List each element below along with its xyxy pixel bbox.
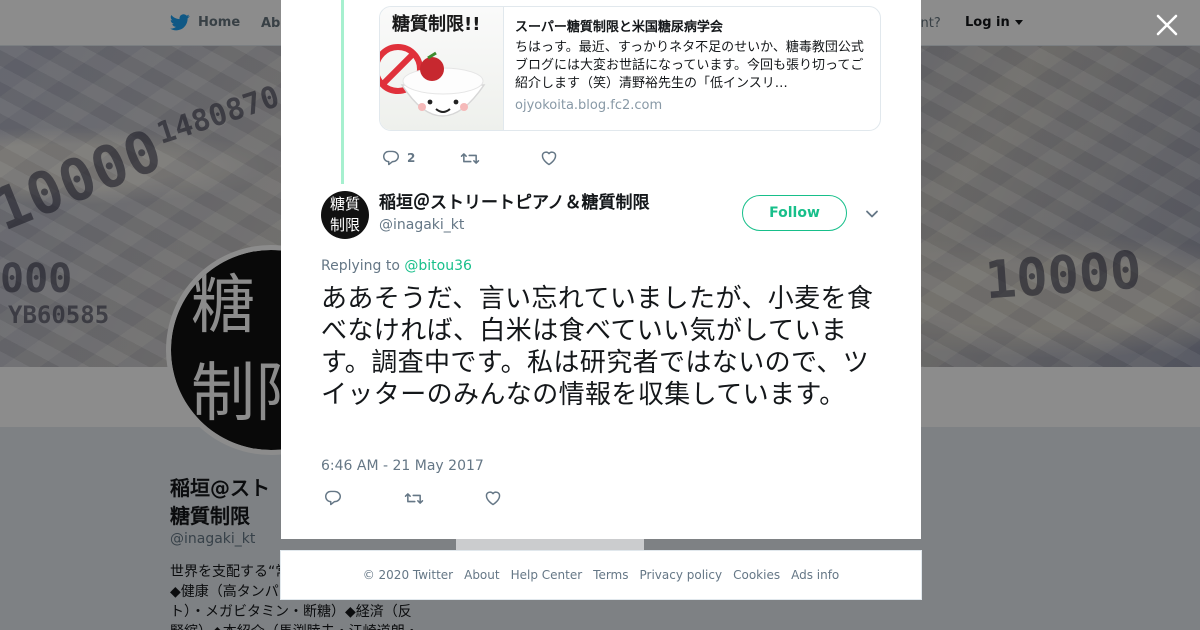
follow-button[interactable]: Follow [742,195,847,231]
card-text: スーパー糖質制限と米国糖尿病学会 ちはっす。最近、すっかりネタ不足のせいか、糖毒… [504,7,880,130]
like-icon [541,151,557,166]
author-name[interactable]: 稲垣＠ストリートピアノ＆糖質制限 [379,191,649,215]
tweet-timestamp[interactable]: 6:46 AM - 21 May 2017 [321,458,484,474]
card-image: 糖質制限!! [380,7,504,130]
retweet-icon [404,492,424,504]
retweet-button[interactable] [404,491,484,506]
tweet-text: ああそうだ、言い忘れていましたが、小麦を食べなければ、白米は食べていい気がしてい… [321,284,874,410]
close-icon[interactable] [1154,12,1180,38]
reply-button[interactable]: 2 [382,150,460,166]
like-button[interactable] [540,150,558,166]
footer-help-link[interactable]: Help Center [511,568,583,582]
retweet-icon [460,152,480,164]
author-avatar-line-1: 糖質 [329,195,360,213]
retweet-button[interactable] [460,151,540,166]
tweet-modal: 糖質制限!! スーパー糖質制限と米国糖尿病学会 ちはっす。最近、すっかりネタ不足… [281,0,921,539]
footer-cookies-link[interactable]: Cookies [733,568,780,582]
author-names: 稲垣＠ストリートピアノ＆糖質制限 @inagaki_kt [379,191,649,235]
background-peek [456,539,644,550]
footer-privacy-link[interactable]: Privacy policy [640,568,723,582]
replying-prefix: Replying to [321,258,400,274]
card-title: スーパー糖質制限と米国糖尿病学会 [515,20,723,35]
tweet-actions [324,490,502,506]
footer-about-link[interactable]: About [464,568,499,582]
reply-icon [324,490,341,506]
author-handle[interactable]: @inagaki_kt [379,215,649,235]
footer-terms-link[interactable]: Terms [593,568,628,582]
chevron-down-icon[interactable] [865,207,879,221]
like-icon [485,491,501,506]
author-avatar[interactable]: 糖質 制限 [321,191,369,239]
modal-footer: © 2020 Twitter About Help Center Terms P… [280,550,922,600]
author-avatar-line-2: 制限 [329,216,360,234]
card-image-caption: 糖質制限!! [392,14,481,35]
reply-count: 2 [407,151,416,165]
parent-tweet-actions: 2 [382,150,558,166]
footer-ads-link[interactable]: Ads info [791,568,839,582]
card-description: ちはっす。最近、すっかりネタ不足のせいか、糖毒教団公式ブログには大変お世話になっ… [515,40,864,91]
replying-to-link[interactable]: @bitou36 [404,258,472,274]
footer-copyright: © 2020 Twitter [362,568,454,582]
card-domain: ojyokoita.blog.fc2.com [515,98,663,113]
reply-button[interactable] [324,490,404,506]
conversation-thread-line [341,0,344,184]
like-button[interactable] [484,490,502,506]
reply-icon [382,150,399,166]
link-preview-card[interactable]: 糖質制限!! スーパー糖質制限と米国糖尿病学会 ちはっす。最近、すっかりネタ不足… [379,6,881,131]
tweet-author[interactable]: 糖質 制限 稲垣＠ストリートピアノ＆糖質制限 @inagaki_kt [321,191,649,239]
replying-to: Replying to @bitou36 [321,258,472,274]
